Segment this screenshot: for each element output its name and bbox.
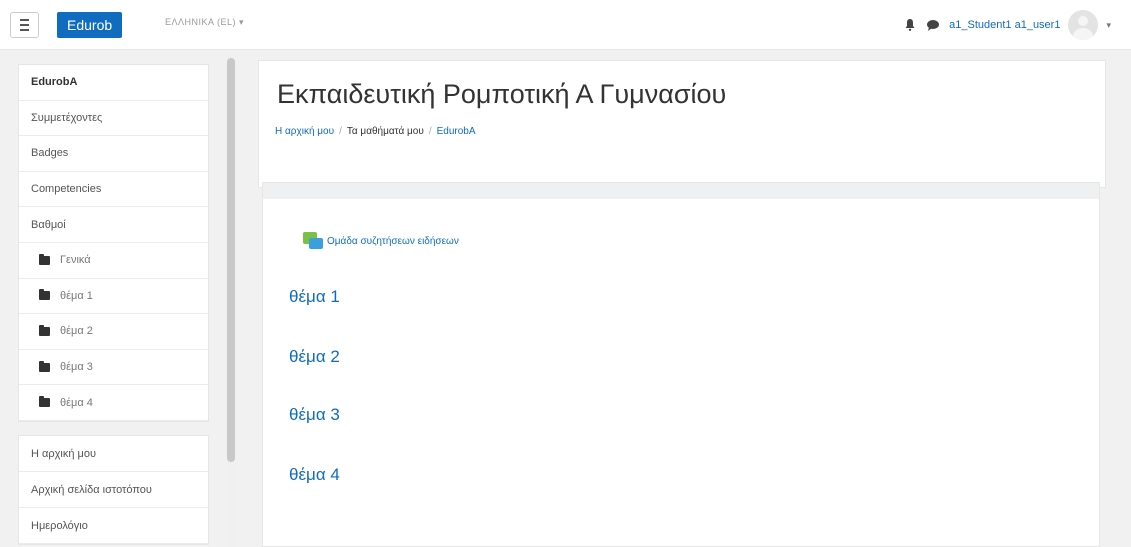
bell-icon[interactable] — [905, 19, 915, 31]
user-menu-area: a1_Student1 a1_user1 ▾ — [905, 10, 1111, 40]
breadcrumb-separator: / — [339, 126, 342, 137]
sidebar-item-label: Βαθμοί — [31, 218, 66, 231]
section-link-topic-4[interactable]: θέμα 4 — [289, 465, 340, 485]
scrollbar-thumb[interactable] — [227, 58, 235, 462]
folder-icon — [39, 289, 50, 301]
sidebar-item-topic-4[interactable]: θέμα 4 — [19, 385, 208, 421]
sidebar-item-label: Badges — [31, 147, 69, 160]
avatar[interactable] — [1068, 10, 1099, 40]
sidebar-item-label: θέμα 3 — [60, 361, 93, 374]
breadcrumb-course[interactable]: EdurobA — [437, 126, 476, 137]
folder-icon — [39, 396, 50, 408]
sidebar-item-calendar[interactable]: Ημερολόγιο — [19, 508, 208, 544]
sidebar-item-general[interactable]: Γενικά — [19, 243, 208, 279]
sidebar-item-label: θέμα 2 — [60, 325, 93, 338]
brand-button[interactable]: Edurob — [57, 12, 123, 38]
sidebar-item-label: Συμμετέχοντες — [31, 111, 103, 124]
sidebar-item-label: Competencies — [31, 183, 102, 196]
folder-icon — [39, 360, 50, 372]
news-forum-link[interactable]: Ομάδα συζητήσεων ειδήσεων — [303, 232, 459, 250]
site-nav-drawer: Η αρχική μου Αρχική σελίδα ιστοτόπου Ημε… — [18, 435, 209, 545]
sidebar-item-label: θέμα 1 — [60, 289, 93, 302]
sidebar-item-label: Η αρχική μου — [31, 447, 96, 460]
folder-icon — [39, 253, 50, 265]
forum-icon — [303, 232, 323, 250]
course-content: Ομάδα συζητήσεων ειδήσεων θέμα 1 θέμα 2 … — [262, 182, 1100, 547]
course-nav-drawer: EdurobA Συμμετέχοντες Badges Competencie… — [18, 64, 209, 422]
breadcrumb: Η αρχική μου / Τα μαθήματά μου / EdurobA — [275, 126, 476, 137]
sidebar-item-label: EdurobA — [31, 76, 78, 89]
sidebar-item-topic-1[interactable]: θέμα 1 — [19, 279, 208, 315]
sidebar-item-grades[interactable]: Βαθμοί — [19, 207, 208, 243]
sidebar-scrollbar[interactable] — [226, 52, 236, 547]
sidebar-item-label: θέμα 4 — [60, 396, 93, 409]
sidebar-item-topic-2[interactable]: θέμα 2 — [19, 314, 208, 350]
sidebar-item-course[interactable]: EdurobA — [19, 65, 208, 101]
sidebar-item-competencies[interactable]: Competencies — [19, 172, 208, 208]
sidebar-item-topic-3[interactable]: θέμα 3 — [19, 350, 208, 386]
page-title: Εκπαιδευτική Ρομποτική Α Γυμνασίου — [277, 79, 727, 109]
chat-icon[interactable] — [927, 19, 940, 31]
content-divider — [263, 183, 1099, 199]
username-link[interactable]: a1_Student1 a1_user1 — [949, 19, 1060, 31]
forum-label: Ομάδα συζητήσεων ειδήσεων — [327, 235, 459, 247]
sidebar-item-label: Ημερολόγιο — [31, 519, 88, 532]
menu-icon[interactable] — [10, 12, 39, 38]
top-navbar: Edurob ΕΛΛΗΝΙΚΑ (EL) ▾ a1_Student1 a1_us… — [0, 0, 1131, 50]
sidebar-item-label: Γενικά — [60, 254, 91, 267]
breadcrumb-my-courses: Τα μαθήματά μου — [346, 126, 424, 137]
breadcrumb-separator: / — [428, 126, 432, 137]
language-selector[interactable]: ΕΛΛΗΝΙΚΑ (EL) ▾ — [165, 17, 244, 28]
sidebar-item-participants[interactable]: Συμμετέχοντες — [19, 101, 208, 137]
section-link-topic-1[interactable]: θέμα 1 — [289, 287, 340, 307]
sidebar-item-badges[interactable]: Badges — [19, 136, 208, 172]
section-link-topic-2[interactable]: θέμα 2 — [289, 347, 340, 367]
folder-icon — [39, 324, 50, 336]
breadcrumb-home[interactable]: Η αρχική μου — [275, 126, 334, 137]
page-header: Εκπαιδευτική Ρομποτική Α Γυμνασίου Η αρχ… — [258, 60, 1106, 188]
sidebar-item-site-home[interactable]: Αρχική σελίδα ιστοτόπου — [19, 472, 208, 508]
section-link-topic-3[interactable]: θέμα 3 — [289, 405, 340, 425]
chevron-down-icon[interactable]: ▾ — [1106, 20, 1111, 31]
sidebar-item-dashboard[interactable]: Η αρχική μου — [19, 436, 208, 472]
sidebar-item-label: Αρχική σελίδα ιστοτόπου — [31, 483, 152, 496]
